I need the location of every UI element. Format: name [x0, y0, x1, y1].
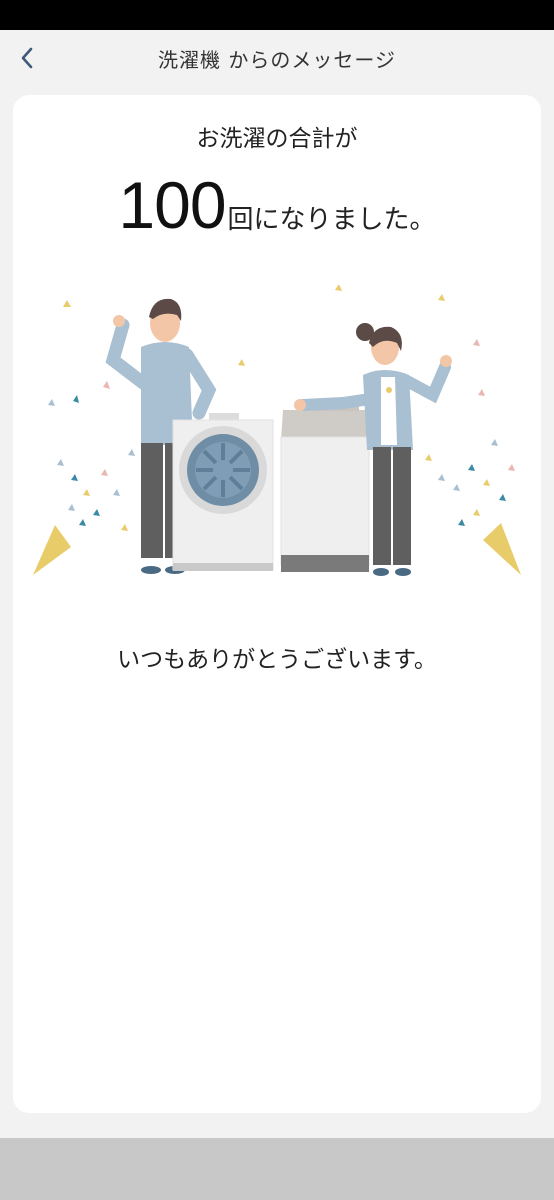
page-title: 洗濯機 からのメッセージ — [158, 47, 396, 72]
message-card: お洗濯の合計が 100 回になりました。 いつもありがとうございます。 — [13, 95, 541, 1113]
thanks-message: いつもありがとうございます。 — [117, 647, 437, 673]
status-bar — [0, 0, 554, 30]
system-nav-bar — [0, 1138, 554, 1200]
celebration-illustration — [33, 285, 521, 576]
party-cone-right-icon — [483, 523, 521, 575]
wash-count-row: 100 回になりました。 — [13, 167, 541, 243]
back-button[interactable] — [8, 38, 48, 78]
drum-washer-icon — [172, 413, 274, 571]
party-cone-left-icon — [33, 525, 71, 575]
top-load-washer-icon — [280, 403, 370, 572]
message-headline: お洗濯の合計が — [196, 126, 358, 152]
app-header: 洗濯機 からのメッセージ — [0, 30, 554, 86]
chevron-left-icon — [21, 47, 33, 69]
wash-count-number: 100 — [118, 168, 226, 242]
wash-count-suffix: 回になりました。 — [227, 205, 436, 235]
